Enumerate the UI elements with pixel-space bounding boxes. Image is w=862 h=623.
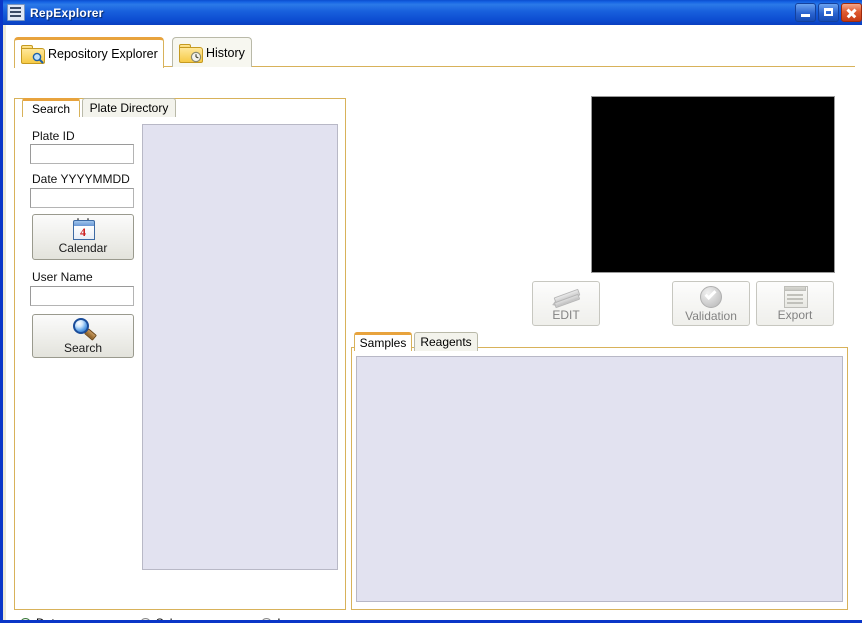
folder-search-icon xyxy=(21,45,45,64)
application-window: RepExplorer Repository Explorer History … xyxy=(0,0,862,623)
validation-button[interactable]: Validation xyxy=(672,281,750,326)
radio-dat-dot xyxy=(20,617,31,620)
radio-dat-label: Dat xyxy=(36,616,55,620)
validation-button-label: Validation xyxy=(685,308,737,323)
minimize-button[interactable] xyxy=(795,3,816,22)
app-window-icon xyxy=(7,4,25,21)
calendar-icon: 4 xyxy=(72,218,95,240)
tab-repository-explorer[interactable]: Repository Explorer xyxy=(14,37,164,68)
tab-repository-explorer-label: Repository Explorer xyxy=(48,47,158,61)
mode-radio-group: Dat Sch Log xyxy=(14,610,346,620)
edit-button-label: EDIT xyxy=(552,307,580,322)
radio-log-label: Log xyxy=(277,616,297,620)
export-button[interactable]: Export xyxy=(756,281,834,326)
check-circle-icon xyxy=(700,285,722,308)
subtab-plate-directory-label: Plate Directory xyxy=(89,101,169,115)
tab-samples[interactable]: Samples xyxy=(354,332,412,351)
magnifier-icon xyxy=(71,318,97,341)
search-results-list[interactable] xyxy=(141,123,339,571)
tab-samples-label: Samples xyxy=(359,336,407,350)
radio-sch-dot xyxy=(139,617,151,620)
tab-history-label: History xyxy=(206,45,245,60)
edit-button[interactable]: EDIT xyxy=(532,281,600,326)
clock-glyph xyxy=(190,51,202,62)
radio-log-dot xyxy=(261,617,273,620)
magnifier-glyph xyxy=(32,52,44,64)
subtab-search[interactable]: Search xyxy=(22,98,80,117)
maximize-button[interactable] xyxy=(818,3,839,22)
window-controls xyxy=(795,3,862,22)
tab-reagents[interactable]: Reagents xyxy=(414,332,478,351)
black-display-panel[interactable] xyxy=(591,96,835,273)
document-icon xyxy=(783,286,808,308)
radio-dat[interactable]: Dat xyxy=(20,616,55,620)
left-sub-tab-strip: Search Plate Directory xyxy=(14,98,346,117)
plate-id-input[interactable] xyxy=(30,144,134,164)
radio-sch[interactable]: Sch xyxy=(139,616,177,620)
samples-list[interactable] xyxy=(355,355,844,603)
subtab-plate-directory[interactable]: Plate Directory xyxy=(82,98,176,117)
search-button[interactable]: Search xyxy=(32,314,134,358)
main-tab-strip: Repository Explorer History xyxy=(14,37,855,68)
folder-clock-icon xyxy=(179,43,203,63)
pencil-icon xyxy=(550,287,581,309)
date-input[interactable] xyxy=(30,188,134,208)
subtab-search-label: Search xyxy=(31,102,71,116)
date-label: Date YYYYMMDD xyxy=(32,172,130,186)
calendar-button[interactable]: 4 Calendar xyxy=(32,214,134,260)
plate-id-label: Plate ID xyxy=(32,129,75,143)
tab-reagents-label: Reagents xyxy=(420,335,472,349)
radio-log[interactable]: Log xyxy=(261,616,297,620)
export-button-label: Export xyxy=(777,308,813,322)
data-tab-strip: Samples Reagents xyxy=(351,332,848,351)
window-title: RepExplorer xyxy=(30,5,104,20)
close-button[interactable] xyxy=(841,3,862,22)
client-area: Repository Explorer History Search Plate… xyxy=(6,25,862,620)
tab-history[interactable]: History xyxy=(172,37,252,67)
user-name-label: User Name xyxy=(32,270,93,284)
title-bar: RepExplorer xyxy=(3,0,862,25)
calendar-button-label: Calendar xyxy=(58,241,108,255)
search-button-label: Search xyxy=(63,341,103,355)
user-name-input[interactable] xyxy=(30,286,134,306)
radio-sch-label: Sch xyxy=(156,616,177,620)
